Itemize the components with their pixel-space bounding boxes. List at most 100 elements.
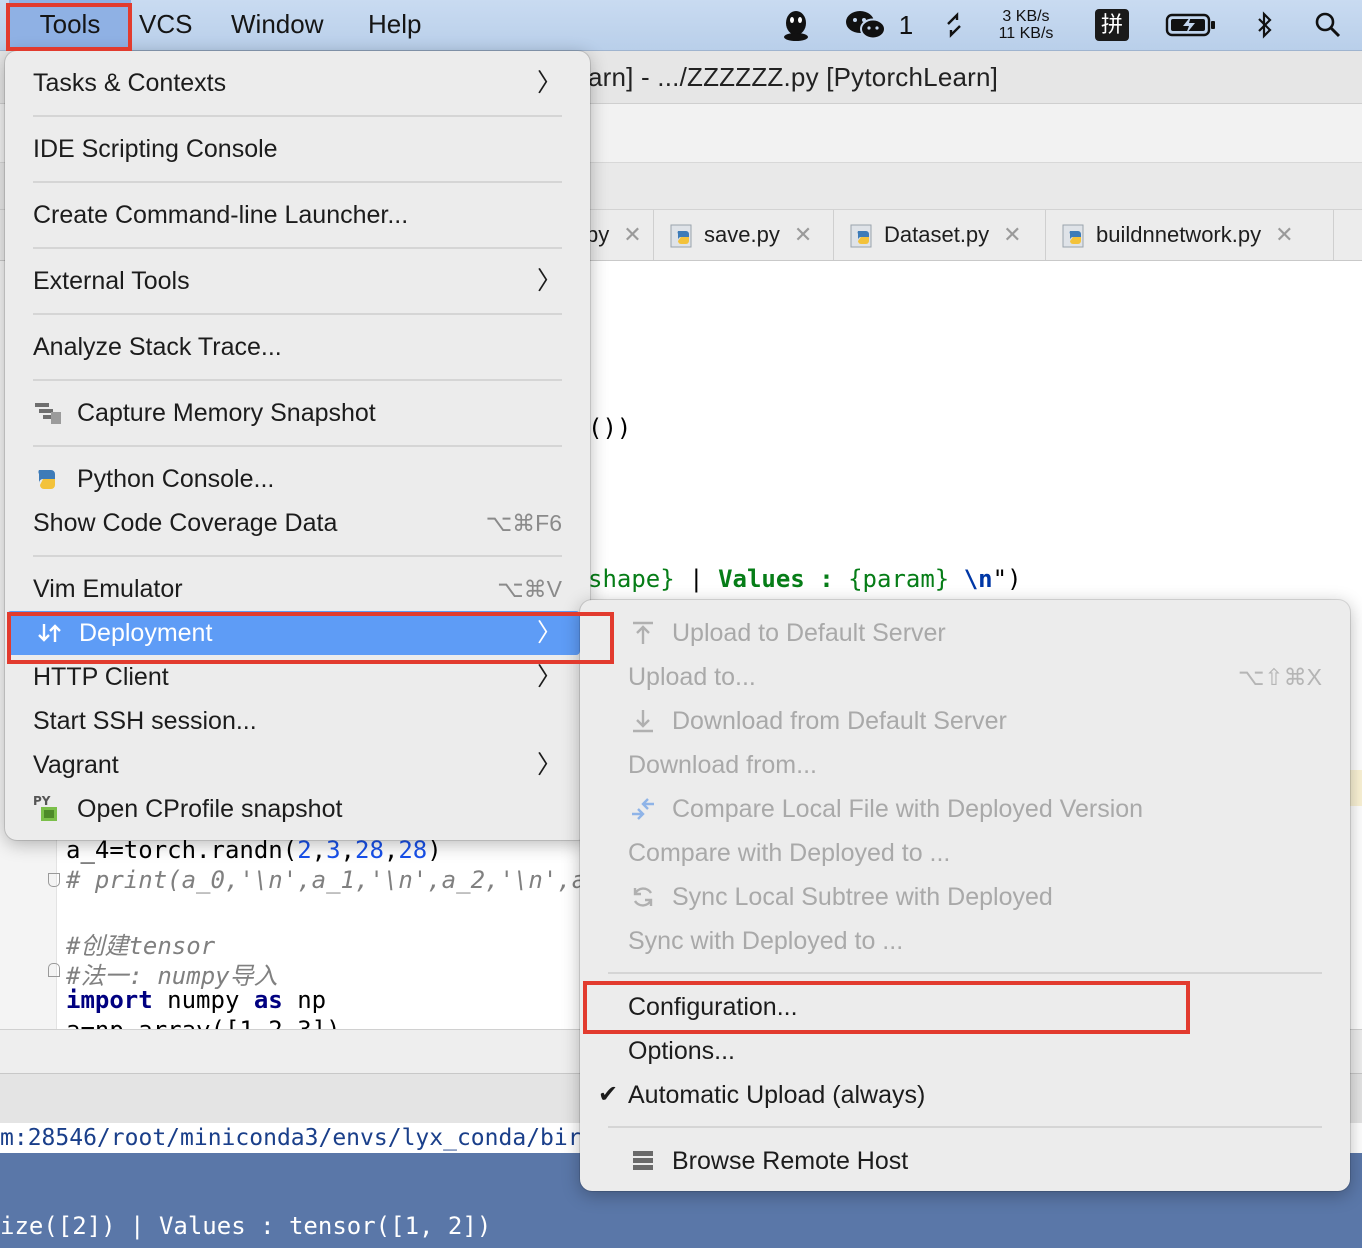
input-method-icon[interactable]: 拼: [1094, 0, 1130, 50]
close-icon[interactable]: ✕: [1275, 222, 1293, 248]
menu-item-label: Vim Emulator: [33, 575, 183, 603]
menu-separator: [33, 115, 562, 117]
menu-item-label: Start SSH session...: [33, 707, 257, 735]
code-token: as: [253, 986, 283, 1014]
qq-icon[interactable]: [780, 0, 812, 50]
bluetooth-icon[interactable]: [1252, 0, 1278, 50]
fold-icon[interactable]: [48, 873, 60, 887]
menu-item-configuration[interactable]: Configuration...: [580, 985, 1350, 1029]
window-title: arn] - .../ZZZZZZ.py [PytorchLearn]: [588, 62, 999, 92]
net-upload-speed: 3 KB/s: [1002, 8, 1050, 25]
menu-separator: [33, 247, 562, 249]
battery-icon[interactable]: [1164, 0, 1218, 50]
tab-label: Dataset.py: [884, 222, 990, 247]
menu-item-analyze-stack-trace[interactable]: Analyze Stack Trace...: [5, 325, 590, 369]
code-token: 3: [326, 836, 341, 864]
menu-item-python-console[interactable]: Python Console...: [5, 457, 590, 501]
menu-item-upload-default[interactable]: Upload to Default Server: [580, 611, 1350, 655]
menu-separator: [33, 379, 562, 381]
wechat-unread-count: 1: [898, 9, 914, 40]
menu-item-label: Options...: [628, 1037, 735, 1065]
close-icon[interactable]: ✕: [623, 222, 641, 248]
menu-item-label: Browse Remote Host: [672, 1147, 909, 1175]
menu-item-label: Python Console...: [77, 465, 275, 493]
menu-item-create-launcher[interactable]: Create Command-line Launcher...: [5, 193, 590, 237]
compare-icon: [632, 798, 654, 820]
input-method-label: 拼: [1095, 9, 1129, 41]
submenu-arrow-icon: 〉: [536, 69, 562, 97]
tab-label: buildnnetwork.py: [1096, 222, 1262, 247]
menu-item-upload-to[interactable]: Upload to... ⌥⇧⌘X: [580, 655, 1350, 699]
code-token: a_4=torch.randn(: [66, 836, 298, 864]
menu-item-http-client[interactable]: HTTP Client 〉: [5, 655, 590, 699]
menu-item-tasks-contexts[interactable]: Tasks & Contexts 〉: [5, 61, 590, 105]
menu-item-vim-emulator[interactable]: Vim Emulator ⌥⌘V: [5, 567, 590, 611]
caret-row-highlight: [1350, 770, 1362, 806]
menu-item-open-cprofile[interactable]: PY Open CProfile snapshot: [5, 787, 590, 831]
menu-separator: [33, 445, 562, 447]
code-token: 2: [297, 836, 312, 864]
menu-item-ide-scripting-console[interactable]: IDE Scripting Console: [5, 127, 590, 171]
code-token: ): [427, 836, 442, 864]
net-download-speed: 11 KB/s: [998, 25, 1054, 42]
deployment-icon: [38, 624, 61, 642]
menubar-window[interactable]: Window: [231, 0, 323, 50]
spotlight-icon[interactable]: [1312, 0, 1344, 50]
console-output: ize([2]) | Values : tensor([1, 2]): [0, 1212, 492, 1240]
sync-icon[interactable]: [940, 0, 968, 50]
menu-item-label: Download from Default Server: [672, 707, 1007, 735]
menu-shortcut: ⌥⌘V: [497, 576, 562, 602]
menu-item-capture-memory-snapshot[interactable]: Capture Memory Snapshot: [5, 391, 590, 435]
python-file-icon: [850, 224, 872, 248]
code-line: import numpy as np: [66, 986, 326, 1014]
code-token: \n: [963, 565, 993, 593]
submenu-arrow-icon: 〉: [536, 267, 562, 295]
mac-menubar: Tools VCS Window Help 1 3 KB/s 11 KB/s 拼: [0, 0, 1362, 51]
code-token: Values :: [718, 565, 849, 593]
editor-tab[interactable]: save.py ✕: [654, 210, 834, 260]
menubar-tools[interactable]: Tools: [9, 0, 131, 50]
cprofile-icon: PY: [33, 794, 57, 821]
download-icon: [633, 710, 653, 733]
menu-item-deployment[interactable]: Deployment 〉: [7, 611, 580, 655]
code-line: a=np.array([1,2,3]): [66, 1016, 341, 1029]
menu-item-sync-deployed-to[interactable]: Sync with Deployed to ...: [580, 919, 1350, 963]
menu-separator: [33, 555, 562, 557]
menu-item-start-ssh-session[interactable]: Start SSH session...: [5, 699, 590, 743]
menu-item-compare-local-file[interactable]: Compare Local File with Deployed Version: [580, 787, 1350, 831]
menu-item-label: Create Command-line Launcher...: [33, 201, 409, 229]
code-token: 28: [355, 836, 384, 864]
menubar-vcs[interactable]: VCS: [139, 0, 192, 50]
menu-item-label: Compare with Deployed to ...: [628, 839, 951, 867]
close-icon[interactable]: ✕: [1003, 222, 1021, 248]
menu-item-label: Tasks & Contexts: [33, 69, 227, 97]
remote-host-icon: [633, 1151, 653, 1170]
menu-item-browse-remote-host[interactable]: Browse Remote Host: [580, 1139, 1350, 1183]
editor-tab[interactable]: buildnnetwork.py ✕: [1046, 210, 1334, 260]
menu-item-vagrant[interactable]: Vagrant 〉: [5, 743, 590, 787]
fold-icon[interactable]: [48, 963, 60, 977]
menu-item-compare-deployed-to[interactable]: Compare with Deployed to ...: [580, 831, 1350, 875]
python-icon: [38, 470, 55, 489]
menu-item-external-tools[interactable]: External Tools 〉: [5, 259, 590, 303]
code-line: # print(a_0,'\n',a_1,'\n',a_2,'\n',a_: [66, 866, 580, 894]
menu-item-automatic-upload[interactable]: ✔ Automatic Upload (always): [580, 1073, 1350, 1117]
menu-item-sync-local-subtree[interactable]: Sync Local Subtree with Deployed: [580, 875, 1350, 919]
memory-snapshot-icon: [35, 403, 61, 424]
menu-item-download-from[interactable]: Download from...: [580, 743, 1350, 787]
sync-icon: [633, 887, 653, 907]
editor-tab[interactable]: Dataset.py ✕: [834, 210, 1046, 260]
menu-shortcut: ⌥⌘F6: [485, 510, 562, 536]
menubar-help[interactable]: Help: [368, 0, 421, 50]
menu-item-label: Open CProfile snapshot: [77, 795, 343, 823]
close-icon[interactable]: ✕: [794, 222, 812, 248]
code-token: import: [66, 986, 153, 1014]
code-fragment: ()): [588, 414, 632, 442]
python-file-icon: [1062, 224, 1084, 248]
wechat-icon[interactable]: [842, 0, 890, 50]
menu-item-show-code-coverage[interactable]: Show Code Coverage Data ⌥⌘F6: [5, 501, 590, 545]
svg-text:PY: PY: [33, 794, 51, 808]
menu-item-download-default[interactable]: Download from Default Server: [580, 699, 1350, 743]
menu-item-options[interactable]: Options...: [580, 1029, 1350, 1073]
submenu-arrow-icon: 〉: [536, 619, 562, 647]
